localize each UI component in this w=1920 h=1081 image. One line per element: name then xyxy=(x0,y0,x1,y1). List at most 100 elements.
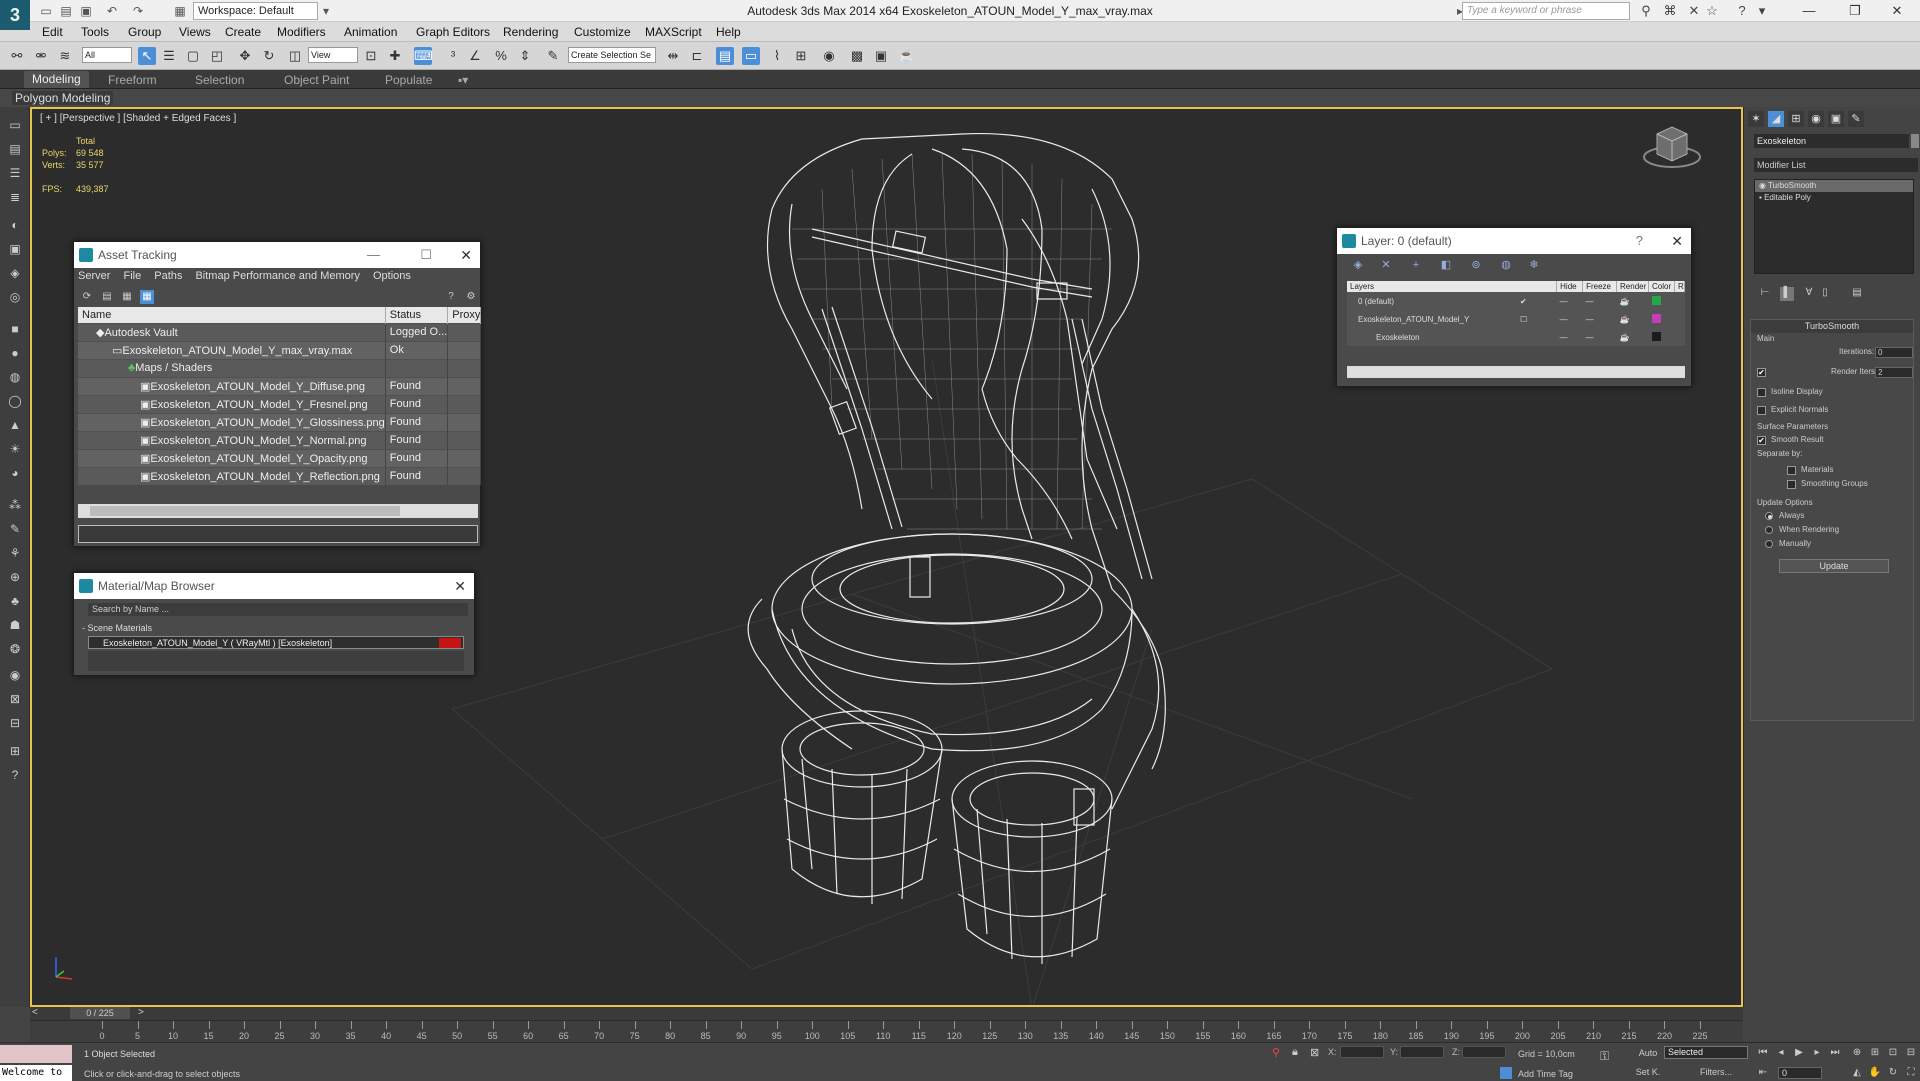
time-slider-thumb[interactable]: 0 / 225 xyxy=(70,1007,130,1019)
key-filters-button[interactable]: Filters... xyxy=(1700,1067,1732,1077)
material-item[interactable]: Exoskeleton_ATOUN_Model_Y ( VRayMtl ) [E… xyxy=(88,636,464,649)
selection-lock-icon[interactable]: 🔒︎ xyxy=(1292,1046,1298,1059)
layer-row[interactable]: Exoskeleton — — ☕ xyxy=(1347,328,1685,346)
reference-coordinate-dropdown[interactable]: View xyxy=(308,47,358,63)
menu-group[interactable]: Group xyxy=(128,25,161,39)
render-production-icon[interactable]: ☕ xyxy=(898,47,916,65)
align-icon[interactable]: ⊏ xyxy=(688,47,706,65)
toggle-ribbon-icon[interactable]: ▭ xyxy=(742,47,760,65)
col-radiosity[interactable]: R xyxy=(1674,281,1686,292)
sphere-icon[interactable]: ● xyxy=(6,345,24,361)
help-search-input[interactable]: Type a keyword or phrase xyxy=(1462,2,1630,20)
app-logo[interactable]: 3 xyxy=(0,0,30,30)
binoculars-icon[interactable]: ⚲ xyxy=(1636,2,1656,20)
layer-explorer-icon[interactable]: ▤ xyxy=(716,47,734,65)
link-icon[interactable]: ⚯ xyxy=(8,47,26,65)
help-dropdown-icon[interactable]: ▾ xyxy=(1752,2,1772,20)
y-coordinate-field[interactable] xyxy=(1400,1046,1444,1058)
light-icon[interactable]: ◐ xyxy=(6,217,24,233)
z-coordinate-field[interactable] xyxy=(1462,1046,1506,1058)
open-file-icon[interactable]: ▤ xyxy=(58,3,74,19)
scene-explorer-icon[interactable]: ▭ xyxy=(6,117,24,133)
menu-rendering[interactable]: Rendering xyxy=(503,25,558,39)
key-icon[interactable]: ⚿ xyxy=(1600,1049,1609,1064)
col-hide[interactable]: Hide xyxy=(1556,281,1584,292)
rendered-frame-window-icon[interactable]: ▣ xyxy=(872,47,890,65)
angle-snap-icon[interactable]: ∠ xyxy=(466,47,484,65)
dialog-minimize-icon[interactable]: — xyxy=(367,242,380,268)
layer-row[interactable]: 0 (default) ✔ — — ☕ xyxy=(1347,292,1685,310)
settings-icon[interactable]: ⊞ xyxy=(6,743,24,759)
layer-dialog-titlebar[interactable]: Layer: 0 (default) ? ✕ xyxy=(1337,228,1691,254)
spacewarp-icon[interactable]: ◎ xyxy=(6,289,24,305)
material-search-input[interactable]: Search by Name ... xyxy=(88,603,468,616)
zoom-extents-all-icon[interactable]: ⊟ xyxy=(1904,1047,1918,1059)
camera-icon[interactable]: ▣ xyxy=(6,241,24,257)
scale-icon[interactable]: ◫ xyxy=(286,47,304,65)
globe-icon[interactable]: ⊕ xyxy=(6,569,24,585)
modify-tab-icon[interactable]: ◢ xyxy=(1768,111,1784,127)
when-rendering-radio[interactable] xyxy=(1765,526,1773,534)
update-button[interactable]: Update xyxy=(1779,559,1889,573)
percent-snap-icon[interactable]: % xyxy=(492,47,510,65)
unwrap-icon[interactable]: ⊠ xyxy=(6,691,24,707)
layer-hide[interactable]: — xyxy=(1556,328,1583,346)
asset-menu-server[interactable]: Server xyxy=(78,270,110,282)
menu-modifiers[interactable]: Modifiers xyxy=(277,25,326,39)
motion-tab-icon[interactable]: ◉ xyxy=(1808,111,1824,127)
pivot-center-icon[interactable]: ⊡ xyxy=(362,47,380,65)
menu-maxscript[interactable]: MAXScript xyxy=(645,25,702,39)
table-row[interactable]: ♣ Maps / Shaders xyxy=(78,358,482,377)
table-row[interactable]: ▭ Exoskeleton_ATOUN_Model_Y_max_vray.max… xyxy=(78,340,482,359)
asset-menu-bitmap[interactable]: Bitmap Performance and Memory xyxy=(195,270,359,282)
cone-icon[interactable]: ▲ xyxy=(6,417,24,433)
tab-object-paint[interactable]: Object Paint xyxy=(284,73,349,87)
hide-all-icon[interactable]: ◍ xyxy=(1499,258,1513,272)
workspace-arrow-icon[interactable]: ▾ xyxy=(318,3,334,19)
asset-menu-paths[interactable]: Paths xyxy=(154,270,182,282)
menu-help[interactable]: Help xyxy=(716,25,741,39)
viewport-label[interactable]: [ + ] [Perspective ] [Shaded + Edged Fac… xyxy=(40,113,236,124)
freeze-all-icon[interactable]: ❄ xyxy=(1527,258,1541,272)
menu-tools[interactable]: Tools xyxy=(81,25,109,39)
next-key-icon[interactable]: ▸ xyxy=(1810,1047,1824,1059)
viewcube-icon[interactable] xyxy=(1643,126,1701,168)
col-layers[interactable]: Layers xyxy=(1347,281,1558,292)
schematic-view-icon[interactable]: ⊞ xyxy=(792,47,810,65)
table-row[interactable]: ▣ Exoskeleton_ATOUN_Model_Y_Opacity.png F… xyxy=(78,448,482,467)
stack-item-turbosmooth[interactable]: ◉ TurboSmooth xyxy=(1755,180,1913,192)
bind-spacewarp-icon[interactable]: ≋ xyxy=(56,47,74,65)
curve-editor-icon[interactable]: ⌇ xyxy=(768,47,786,65)
dialog-close-icon[interactable]: ✕ xyxy=(1671,228,1683,254)
tab-selection[interactable]: Selection xyxy=(195,73,244,87)
polygon-modeling-panel[interactable]: Polygon Modeling xyxy=(12,91,114,105)
add-time-tag[interactable]: Add Time Tag xyxy=(1518,1069,1573,1079)
turbosmooth-rollout-title[interactable]: TurboSmooth xyxy=(1751,320,1913,333)
orbit-icon[interactable]: ↻ xyxy=(1886,1067,1900,1079)
material-browser-titlebar[interactable]: Material/Map Browser ✕ xyxy=(74,573,474,599)
object-name-field[interactable]: Exoskeleton xyxy=(1754,134,1909,148)
table-row[interactable]: ◆ Autodesk Vault Logged O... xyxy=(78,322,482,341)
zoom-icon[interactable]: ⊕ xyxy=(1850,1047,1864,1059)
key-filter-selection-dropdown[interactable]: Selected xyxy=(1664,1046,1748,1059)
delete-layer-icon[interactable]: ✕ xyxy=(1379,258,1393,272)
display-tab-icon[interactable]: ▣ xyxy=(1828,111,1844,127)
options-icon[interactable]: ⚙ xyxy=(464,290,478,304)
render-sphere-icon[interactable]: ◉ xyxy=(6,667,24,683)
unlink-icon[interactable]: ⚮ xyxy=(32,47,50,65)
select-manipulate-icon[interactable]: ✚ xyxy=(386,47,404,65)
asset-horizontal-scrollbar[interactable] xyxy=(78,504,478,518)
particles-icon[interactable]: ⁂ xyxy=(6,497,24,513)
window-crossing-icon[interactable]: ◰ xyxy=(208,47,226,65)
asset-menu-file[interactable]: File xyxy=(123,270,141,282)
ops-icon[interactable]: ⊟ xyxy=(6,715,24,731)
manually-radio[interactable] xyxy=(1765,540,1773,548)
remove-modifier-icon[interactable]: ▯ xyxy=(1818,287,1832,301)
absolute-mode-icon[interactable]: ⊠ xyxy=(1310,1046,1319,1059)
biped-icon[interactable]: ☗ xyxy=(6,617,24,633)
table-view-icon[interactable]: ▦ xyxy=(140,290,154,304)
move-icon[interactable]: ✥ xyxy=(236,47,254,65)
maximize-viewport-icon[interactable]: ⛶ xyxy=(1904,1067,1918,1079)
undo-icon[interactable]: ↶ xyxy=(104,3,120,19)
pin-stack-icon[interactable]: ⊢ xyxy=(1758,287,1772,301)
